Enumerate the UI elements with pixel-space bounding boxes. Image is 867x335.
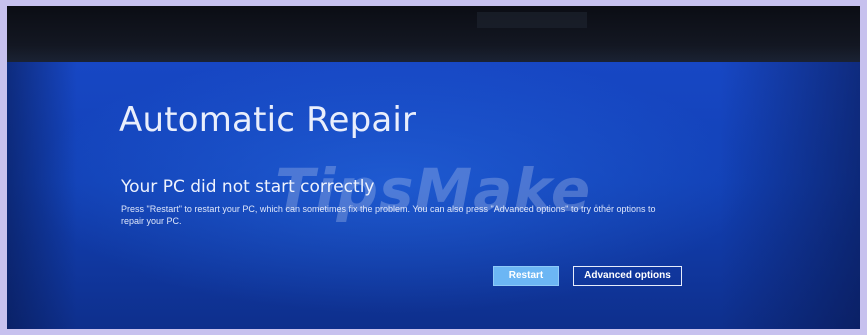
monitor-bezel [7, 6, 860, 62]
page-subtitle: Your PC did not start correctly [121, 177, 375, 197]
advanced-options-button[interactable]: Advanced options [573, 266, 682, 286]
screen-shade-right [720, 62, 860, 329]
restart-button[interactable]: Restart [493, 266, 559, 286]
bezel-glare [477, 12, 587, 28]
screen-shade-left [7, 62, 77, 329]
instruction-text: Press "Restart" to restart your PC, whic… [121, 204, 656, 226]
page-title: Automatic Repair [119, 100, 417, 140]
photo-frame: TipsMake ... Automatic Repair Your PC di… [0, 0, 867, 335]
